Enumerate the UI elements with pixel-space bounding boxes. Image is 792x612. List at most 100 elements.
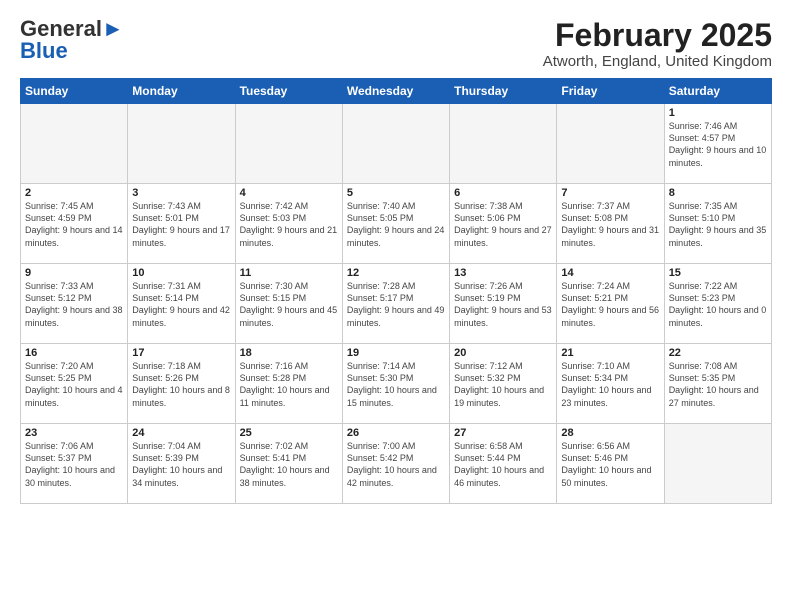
day-number: 28 <box>561 427 659 439</box>
day-number: 20 <box>454 347 552 359</box>
day-info: Sunrise: 7:16 AM Sunset: 5:28 PM Dayligh… <box>240 360 338 409</box>
table-row: 25Sunrise: 7:02 AM Sunset: 5:41 PM Dayli… <box>235 424 342 504</box>
table-row: 1Sunrise: 7:46 AM Sunset: 4:57 PM Daylig… <box>664 104 771 184</box>
day-info: Sunrise: 7:33 AM Sunset: 5:12 PM Dayligh… <box>25 280 123 329</box>
header-row: General► Blue February 2025 Atworth, Eng… <box>20 18 772 70</box>
day-info: Sunrise: 7:38 AM Sunset: 5:06 PM Dayligh… <box>454 200 552 249</box>
day-info: Sunrise: 7:24 AM Sunset: 5:21 PM Dayligh… <box>561 280 659 329</box>
logo-text: General► <box>20 18 124 40</box>
day-number: 9 <box>25 267 123 279</box>
day-info: Sunrise: 7:28 AM Sunset: 5:17 PM Dayligh… <box>347 280 445 329</box>
table-row: 24Sunrise: 7:04 AM Sunset: 5:39 PM Dayli… <box>128 424 235 504</box>
day-number: 19 <box>347 347 445 359</box>
table-row <box>235 104 342 184</box>
day-number: 14 <box>561 267 659 279</box>
table-row: 18Sunrise: 7:16 AM Sunset: 5:28 PM Dayli… <box>235 344 342 424</box>
table-row: 4Sunrise: 7:42 AM Sunset: 5:03 PM Daylig… <box>235 184 342 264</box>
table-row: 17Sunrise: 7:18 AM Sunset: 5:26 PM Dayli… <box>128 344 235 424</box>
header-sunday: Sunday <box>21 79 128 104</box>
day-number: 8 <box>669 187 767 199</box>
table-row: 22Sunrise: 7:08 AM Sunset: 5:35 PM Dayli… <box>664 344 771 424</box>
table-row: 10Sunrise: 7:31 AM Sunset: 5:14 PM Dayli… <box>128 264 235 344</box>
day-info: Sunrise: 7:42 AM Sunset: 5:03 PM Dayligh… <box>240 200 338 249</box>
weekday-header-row: Sunday Monday Tuesday Wednesday Thursday… <box>21 79 772 104</box>
day-info: Sunrise: 7:31 AM Sunset: 5:14 PM Dayligh… <box>132 280 230 329</box>
day-info: Sunrise: 7:45 AM Sunset: 4:59 PM Dayligh… <box>25 200 123 249</box>
day-number: 5 <box>347 187 445 199</box>
table-row: 9Sunrise: 7:33 AM Sunset: 5:12 PM Daylig… <box>21 264 128 344</box>
table-row: 6Sunrise: 7:38 AM Sunset: 5:06 PM Daylig… <box>450 184 557 264</box>
calendar-week-row: 2Sunrise: 7:45 AM Sunset: 4:59 PM Daylig… <box>21 184 772 264</box>
day-number: 27 <box>454 427 552 439</box>
table-row: 2Sunrise: 7:45 AM Sunset: 4:59 PM Daylig… <box>21 184 128 264</box>
header-friday: Friday <box>557 79 664 104</box>
header-wednesday: Wednesday <box>342 79 449 104</box>
day-info: Sunrise: 7:08 AM Sunset: 5:35 PM Dayligh… <box>669 360 767 409</box>
day-info: Sunrise: 7:18 AM Sunset: 5:26 PM Dayligh… <box>132 360 230 409</box>
day-info: Sunrise: 7:35 AM Sunset: 5:10 PM Dayligh… <box>669 200 767 249</box>
table-row <box>557 104 664 184</box>
day-info: Sunrise: 6:58 AM Sunset: 5:44 PM Dayligh… <box>454 440 552 489</box>
title-block: February 2025 Atworth, England, United K… <box>543 18 772 70</box>
day-info: Sunrise: 7:00 AM Sunset: 5:42 PM Dayligh… <box>347 440 445 489</box>
month-title: February 2025 <box>543 18 772 53</box>
day-info: Sunrise: 7:12 AM Sunset: 5:32 PM Dayligh… <box>454 360 552 409</box>
table-row <box>342 104 449 184</box>
day-info: Sunrise: 7:22 AM Sunset: 5:23 PM Dayligh… <box>669 280 767 329</box>
calendar-week-row: 16Sunrise: 7:20 AM Sunset: 5:25 PM Dayli… <box>21 344 772 424</box>
table-row <box>21 104 128 184</box>
day-info: Sunrise: 7:26 AM Sunset: 5:19 PM Dayligh… <box>454 280 552 329</box>
day-info: Sunrise: 7:46 AM Sunset: 4:57 PM Dayligh… <box>669 120 767 169</box>
day-number: 23 <box>25 427 123 439</box>
table-row: 14Sunrise: 7:24 AM Sunset: 5:21 PM Dayli… <box>557 264 664 344</box>
table-row: 7Sunrise: 7:37 AM Sunset: 5:08 PM Daylig… <box>557 184 664 264</box>
calendar-table: Sunday Monday Tuesday Wednesday Thursday… <box>20 78 772 504</box>
day-info: Sunrise: 7:40 AM Sunset: 5:05 PM Dayligh… <box>347 200 445 249</box>
day-number: 15 <box>669 267 767 279</box>
table-row: 19Sunrise: 7:14 AM Sunset: 5:30 PM Dayli… <box>342 344 449 424</box>
header-saturday: Saturday <box>664 79 771 104</box>
table-row: 21Sunrise: 7:10 AM Sunset: 5:34 PM Dayli… <box>557 344 664 424</box>
logo-blue-text: Blue <box>20 38 68 63</box>
table-row: 12Sunrise: 7:28 AM Sunset: 5:17 PM Dayli… <box>342 264 449 344</box>
table-row <box>128 104 235 184</box>
table-row: 5Sunrise: 7:40 AM Sunset: 5:05 PM Daylig… <box>342 184 449 264</box>
day-number: 3 <box>132 187 230 199</box>
location-title: Atworth, England, United Kingdom <box>543 53 772 70</box>
table-row <box>450 104 557 184</box>
table-row: 26Sunrise: 7:00 AM Sunset: 5:42 PM Dayli… <box>342 424 449 504</box>
table-row: 23Sunrise: 7:06 AM Sunset: 5:37 PM Dayli… <box>21 424 128 504</box>
table-row <box>664 424 771 504</box>
day-number: 18 <box>240 347 338 359</box>
calendar-week-row: 1Sunrise: 7:46 AM Sunset: 4:57 PM Daylig… <box>21 104 772 184</box>
day-number: 13 <box>454 267 552 279</box>
day-number: 26 <box>347 427 445 439</box>
day-number: 10 <box>132 267 230 279</box>
day-number: 11 <box>240 267 338 279</box>
day-number: 6 <box>454 187 552 199</box>
calendar-week-row: 9Sunrise: 7:33 AM Sunset: 5:12 PM Daylig… <box>21 264 772 344</box>
table-row: 3Sunrise: 7:43 AM Sunset: 5:01 PM Daylig… <box>128 184 235 264</box>
day-number: 25 <box>240 427 338 439</box>
header-thursday: Thursday <box>450 79 557 104</box>
day-info: Sunrise: 7:06 AM Sunset: 5:37 PM Dayligh… <box>25 440 123 489</box>
table-row: 13Sunrise: 7:26 AM Sunset: 5:19 PM Dayli… <box>450 264 557 344</box>
header-tuesday: Tuesday <box>235 79 342 104</box>
table-row: 27Sunrise: 6:58 AM Sunset: 5:44 PM Dayli… <box>450 424 557 504</box>
table-row: 15Sunrise: 7:22 AM Sunset: 5:23 PM Dayli… <box>664 264 771 344</box>
day-info: Sunrise: 7:14 AM Sunset: 5:30 PM Dayligh… <box>347 360 445 409</box>
day-info: Sunrise: 7:37 AM Sunset: 5:08 PM Dayligh… <box>561 200 659 249</box>
page: General► Blue February 2025 Atworth, Eng… <box>0 0 792 514</box>
header-monday: Monday <box>128 79 235 104</box>
logo: General► Blue <box>20 18 124 62</box>
day-number: 1 <box>669 107 767 119</box>
day-number: 21 <box>561 347 659 359</box>
day-number: 22 <box>669 347 767 359</box>
table-row: 8Sunrise: 7:35 AM Sunset: 5:10 PM Daylig… <box>664 184 771 264</box>
day-number: 7 <box>561 187 659 199</box>
day-number: 4 <box>240 187 338 199</box>
day-number: 16 <box>25 347 123 359</box>
day-info: Sunrise: 7:43 AM Sunset: 5:01 PM Dayligh… <box>132 200 230 249</box>
calendar-week-row: 23Sunrise: 7:06 AM Sunset: 5:37 PM Dayli… <box>21 424 772 504</box>
day-info: Sunrise: 7:20 AM Sunset: 5:25 PM Dayligh… <box>25 360 123 409</box>
